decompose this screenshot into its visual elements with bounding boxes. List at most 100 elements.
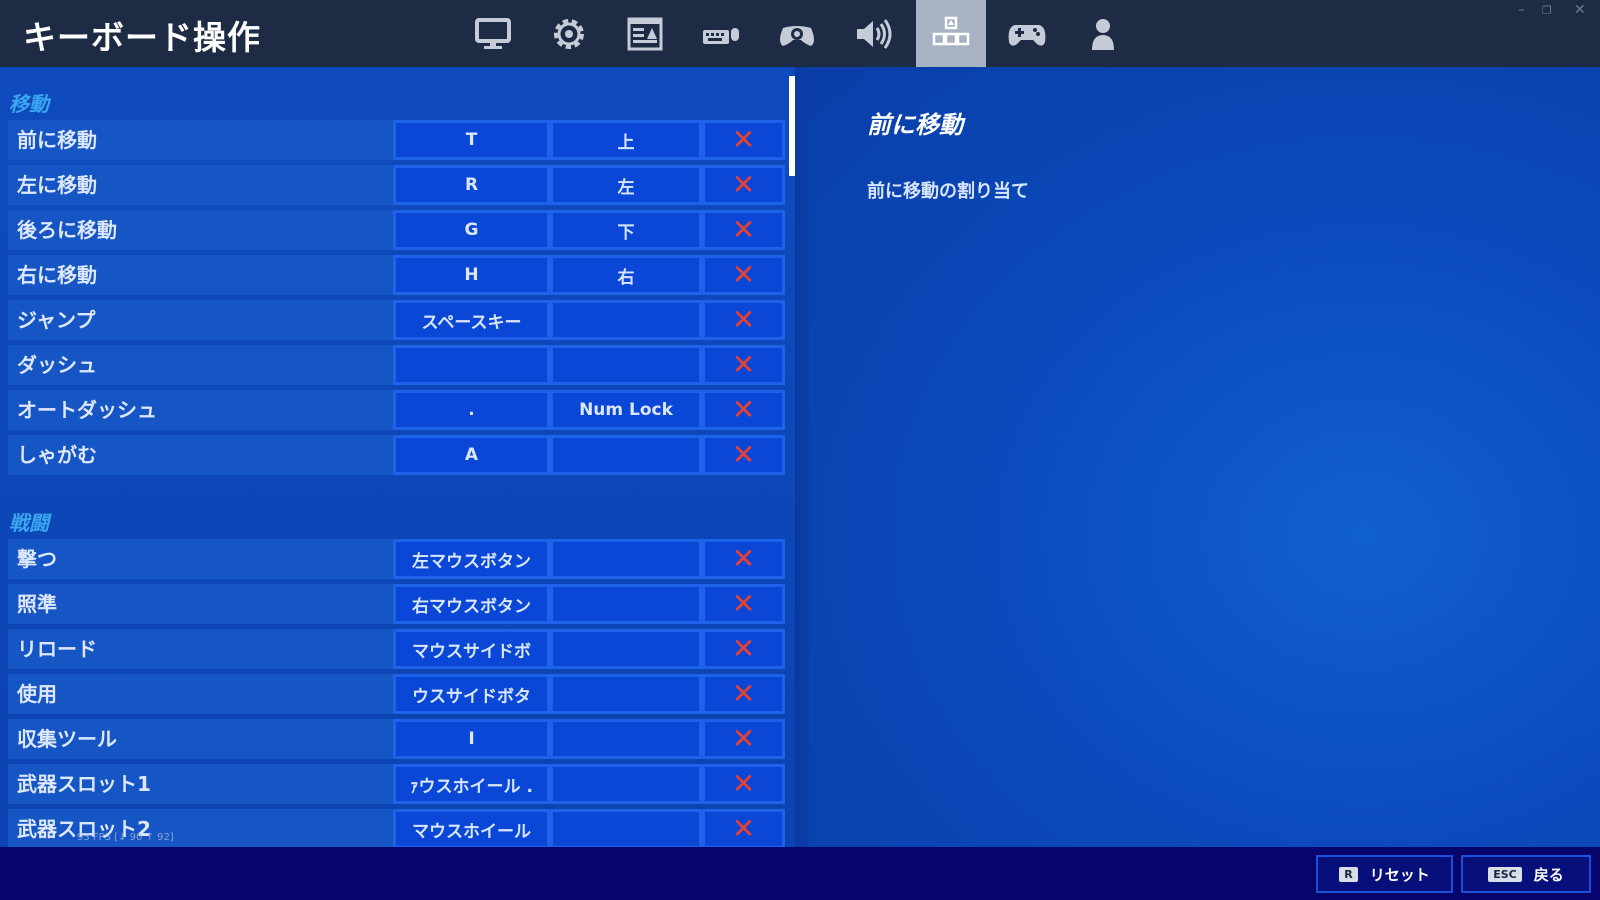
binding-label: 照準 bbox=[8, 584, 393, 624]
primary-key-button[interactable]: G bbox=[393, 210, 550, 250]
close-icon: ✕ bbox=[731, 303, 756, 336]
binding-row[interactable]: 収集ツール I ✕ bbox=[8, 719, 785, 759]
close-icon: ✕ bbox=[731, 258, 756, 291]
clear-binding-button[interactable]: ✕ bbox=[702, 764, 785, 804]
tab-audio[interactable] bbox=[838, 0, 908, 67]
close-icon: ✕ bbox=[731, 812, 756, 845]
binding-label: しゃがむ bbox=[8, 435, 393, 475]
clear-binding-button[interactable]: ✕ bbox=[702, 435, 785, 475]
primary-key-button[interactable]: スペースキー bbox=[393, 300, 550, 340]
section-header-combat: 戦闘 bbox=[9, 511, 49, 535]
tab-keyboard-controls[interactable] bbox=[916, 0, 986, 67]
primary-key-button[interactable]: ウスサイドボタ bbox=[393, 674, 550, 714]
binding-row[interactable]: オートダッシュ . Num Lock ✕ bbox=[8, 390, 785, 430]
clear-binding-button[interactable]: ✕ bbox=[702, 584, 785, 624]
fps-counter: 93 FPS [↓ 90 ↑ 92] bbox=[77, 832, 174, 843]
binding-row[interactable]: 照準 右マウスボタン ✕ bbox=[8, 584, 785, 624]
clear-binding-button[interactable]: ✕ bbox=[702, 719, 785, 759]
restore-icon[interactable]: ❐ bbox=[1542, 4, 1552, 17]
clear-binding-button[interactable]: ✕ bbox=[702, 629, 785, 669]
clear-binding-button[interactable]: ✕ bbox=[702, 210, 785, 250]
clear-binding-button[interactable]: ✕ bbox=[702, 539, 785, 579]
secondary-key-button[interactable] bbox=[550, 584, 702, 624]
secondary-key-button[interactable] bbox=[550, 629, 702, 669]
tab-hud[interactable] bbox=[610, 0, 680, 67]
clear-binding-button[interactable]: ✕ bbox=[702, 165, 785, 205]
clear-binding-button[interactable]: ✕ bbox=[702, 390, 785, 430]
tab-game[interactable] bbox=[534, 0, 604, 67]
clear-binding-button[interactable]: ✕ bbox=[702, 255, 785, 295]
clear-binding-button[interactable]: ✕ bbox=[702, 674, 785, 714]
primary-key-button[interactable]: マウスホイール bbox=[393, 809, 550, 847]
binding-row[interactable]: 後ろに移動 G 下 ✕ bbox=[8, 210, 785, 250]
tab-gamepad[interactable] bbox=[992, 0, 1062, 67]
close-icon: ✕ bbox=[731, 542, 756, 575]
secondary-key-button[interactable]: 上 bbox=[550, 120, 702, 160]
binding-label: 撃つ bbox=[8, 539, 393, 579]
primary-key-button[interactable]: マウスサイドボ bbox=[393, 629, 550, 669]
close-icon: ✕ bbox=[731, 168, 756, 201]
binding-row[interactable]: 撃つ 左マウスボタン ✕ bbox=[8, 539, 785, 579]
close-icon[interactable]: ✕ bbox=[1574, 2, 1586, 18]
clear-binding-button[interactable]: ✕ bbox=[702, 120, 785, 160]
binding-row[interactable]: しゃがむ A ✕ bbox=[8, 435, 785, 475]
secondary-key-button[interactable] bbox=[550, 719, 702, 759]
secondary-key-button[interactable]: 下 bbox=[550, 210, 702, 250]
minimize-icon[interactable]: – bbox=[1518, 2, 1525, 18]
speaker-icon bbox=[857, 18, 892, 49]
binding-row[interactable]: リロード マウスサイドボ ✕ bbox=[8, 629, 785, 669]
monitor-icon bbox=[475, 17, 511, 49]
primary-key-button[interactable]: 左マウスボタン bbox=[393, 539, 550, 579]
back-button[interactable]: ESC 戻る bbox=[1461, 855, 1591, 893]
secondary-key-button[interactable] bbox=[550, 764, 702, 804]
binding-label: 武器スロット2 bbox=[8, 809, 393, 847]
primary-key-button[interactable] bbox=[393, 345, 550, 385]
secondary-key-button[interactable]: Num Lock bbox=[550, 390, 702, 430]
clear-binding-button[interactable]: ✕ bbox=[702, 300, 785, 340]
primary-key-button[interactable]: H bbox=[393, 255, 550, 295]
binding-row[interactable]: 前に移動 T 上 ✕ bbox=[8, 120, 785, 160]
primary-key-button[interactable]: 右マウスボタン bbox=[393, 584, 550, 624]
clear-binding-button[interactable]: ✕ bbox=[702, 809, 785, 847]
secondary-key-button[interactable] bbox=[550, 539, 702, 579]
secondary-key-button[interactable]: 左 bbox=[550, 165, 702, 205]
tab-video[interactable] bbox=[458, 0, 528, 67]
secondary-key-button[interactable] bbox=[550, 300, 702, 340]
detail-title: 前に移動 bbox=[867, 111, 963, 139]
binding-label: 使用 bbox=[8, 674, 393, 714]
binding-label: 右に移動 bbox=[8, 255, 393, 295]
clear-binding-button[interactable]: ✕ bbox=[702, 345, 785, 385]
controller-settings-icon bbox=[780, 25, 814, 46]
reset-button[interactable]: R リセット bbox=[1316, 855, 1453, 893]
binding-label: 後ろに移動 bbox=[8, 210, 393, 250]
binding-label: ジャンプ bbox=[8, 300, 393, 340]
secondary-key-button[interactable] bbox=[550, 435, 702, 475]
primary-key-button[interactable]: T bbox=[393, 120, 550, 160]
tab-controller[interactable] bbox=[762, 0, 832, 67]
tab-mouse-keyboard[interactable] bbox=[686, 0, 756, 67]
binding-row[interactable]: ダッシュ ✕ bbox=[8, 345, 785, 385]
gamepad-icon bbox=[1008, 24, 1046, 46]
binding-row[interactable]: 左に移動 R 左 ✕ bbox=[8, 165, 785, 205]
secondary-key-button[interactable] bbox=[550, 345, 702, 385]
top-bar: キーボード操作 – ❐ ✕ bbox=[0, 0, 1600, 67]
gear-icon bbox=[554, 18, 584, 49]
close-icon: ✕ bbox=[731, 587, 756, 620]
secondary-key-button[interactable] bbox=[550, 674, 702, 714]
binding-row[interactable]: 使用 ウスサイドボタ ✕ bbox=[8, 674, 785, 714]
secondary-key-button[interactable]: 右 bbox=[550, 255, 702, 295]
binding-row[interactable]: ジャンプ スペースキー ✕ bbox=[8, 300, 785, 340]
close-icon: ✕ bbox=[731, 438, 756, 471]
primary-key-button[interactable]: . bbox=[393, 390, 550, 430]
binding-row[interactable]: 右に移動 H 右 ✕ bbox=[8, 255, 785, 295]
binding-row[interactable]: 武器スロット1 ｧウスホイール . ✕ bbox=[8, 764, 785, 804]
binding-label: オートダッシュ bbox=[8, 390, 393, 430]
primary-key-button[interactable]: ｧウスホイール . bbox=[393, 764, 550, 804]
primary-key-button[interactable]: R bbox=[393, 165, 550, 205]
tab-account[interactable] bbox=[1068, 0, 1138, 67]
binding-list: 移動 前に移動 T 上 ✕ 左に移動 R 左 ✕ 後ろに移動 G 下 ✕ 右に移… bbox=[0, 67, 795, 847]
secondary-key-button[interactable] bbox=[550, 809, 702, 847]
primary-key-button[interactable]: I bbox=[393, 719, 550, 759]
primary-key-button[interactable]: A bbox=[393, 435, 550, 475]
close-icon: ✕ bbox=[731, 767, 756, 800]
